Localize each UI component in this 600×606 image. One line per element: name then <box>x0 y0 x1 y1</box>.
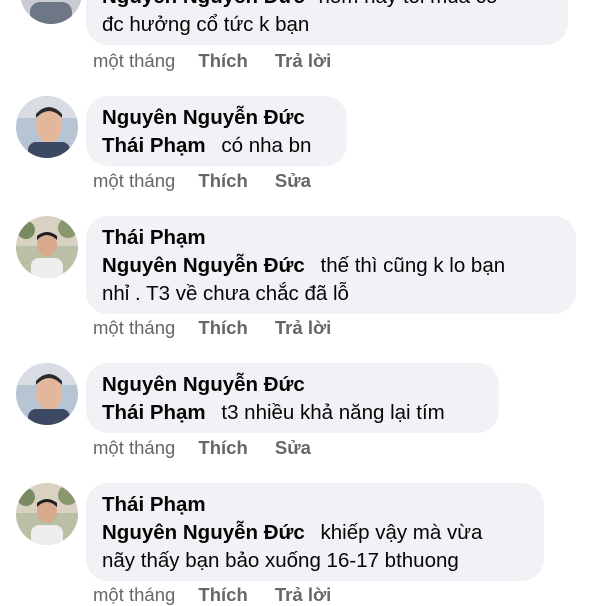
avatar[interactable] <box>16 216 78 278</box>
comment-author[interactable]: Thái Phạm <box>102 491 528 519</box>
like-button[interactable]: Thích <box>198 50 247 72</box>
comment-author[interactable]: Nguyên Nguyễn Đức <box>102 371 483 399</box>
comment-time[interactable]: một tháng <box>93 50 175 72</box>
comment-time[interactable]: một tháng <box>93 584 175 606</box>
edit-button[interactable]: Sửa <box>275 170 311 192</box>
comment-actions: một tháng Thích Trả lời <box>93 317 331 339</box>
comment-time[interactable]: một tháng <box>93 437 175 459</box>
edit-button[interactable]: Sửa <box>275 437 311 459</box>
comment-bubble: Nguyên Nguyễn Đức Thái Phạm t3 nhiều khả… <box>86 363 499 433</box>
comment-text: khiếp vậy mà vừa <box>320 521 483 544</box>
comment-mention[interactable]: Thái Phạm <box>102 134 206 157</box>
reply-button[interactable]: Trả lời <box>275 584 331 606</box>
comment-actions: một tháng Thích Trả lời <box>93 584 331 606</box>
comment-text: nhỉ . T3 về chưa chắc đã lỗ <box>102 282 349 305</box>
comment-time[interactable]: một tháng <box>93 170 175 192</box>
comment-text: hôm nay tôi mua có <box>319 0 498 8</box>
avatar[interactable] <box>16 483 78 545</box>
like-button[interactable]: Thích <box>198 437 247 459</box>
like-button[interactable]: Thích <box>198 317 247 339</box>
comment-actions: một tháng Thích Trả lời <box>93 50 331 72</box>
comment-mention[interactable]: Thái Phạm <box>102 401 206 424</box>
like-button[interactable]: Thích <box>198 170 247 192</box>
avatar[interactable] <box>20 0 82 24</box>
comment-time[interactable]: một tháng <box>93 317 175 339</box>
comment-author[interactable]: Nguyên Nguyễn Đức <box>102 104 331 132</box>
like-button[interactable]: Thích <box>198 584 247 606</box>
comment-mention[interactable]: Nguyên Nguyễn Đức <box>102 254 305 277</box>
avatar[interactable] <box>16 96 78 158</box>
comment-text: nãy thấy bạn bảo xuống 16-17 bthuong <box>102 549 459 572</box>
comment-text: t3 nhiều khả năng lại tím <box>221 401 445 424</box>
comment-bubble: Nguyên Nguyễn Đức Thái Phạm có nha bn <box>86 96 347 166</box>
comment-actions: một tháng Thích Sửa <box>93 170 311 192</box>
comment-text: có nha bn <box>221 134 312 157</box>
comment-bubble: Thái Phạm Nguyên Nguyễn Đức khiếp vậy mà… <box>86 483 544 581</box>
comment-text: đc hưởng cổ tức k bạn <box>102 13 310 36</box>
comment-text: thế thì cũng k lo bạn <box>320 254 506 277</box>
reply-button[interactable]: Trả lời <box>275 50 331 72</box>
comment-mention[interactable]: Nguyên Nguyễn Đức <box>102 521 305 544</box>
comment-bubble: Nguyên Nguyễn Đức hôm nay tôi mua có đc … <box>86 0 568 45</box>
comment-author[interactable]: Nguyên Nguyễn Đức <box>102 0 305 8</box>
comment-author[interactable]: Thái Phạm <box>102 224 560 252</box>
avatar[interactable] <box>16 363 78 425</box>
comment-actions: một tháng Thích Sửa <box>93 437 311 459</box>
comment-bubble: Thái Phạm Nguyên Nguyễn Đức thế thì cũng… <box>86 216 576 314</box>
reply-button[interactable]: Trả lời <box>275 317 331 339</box>
